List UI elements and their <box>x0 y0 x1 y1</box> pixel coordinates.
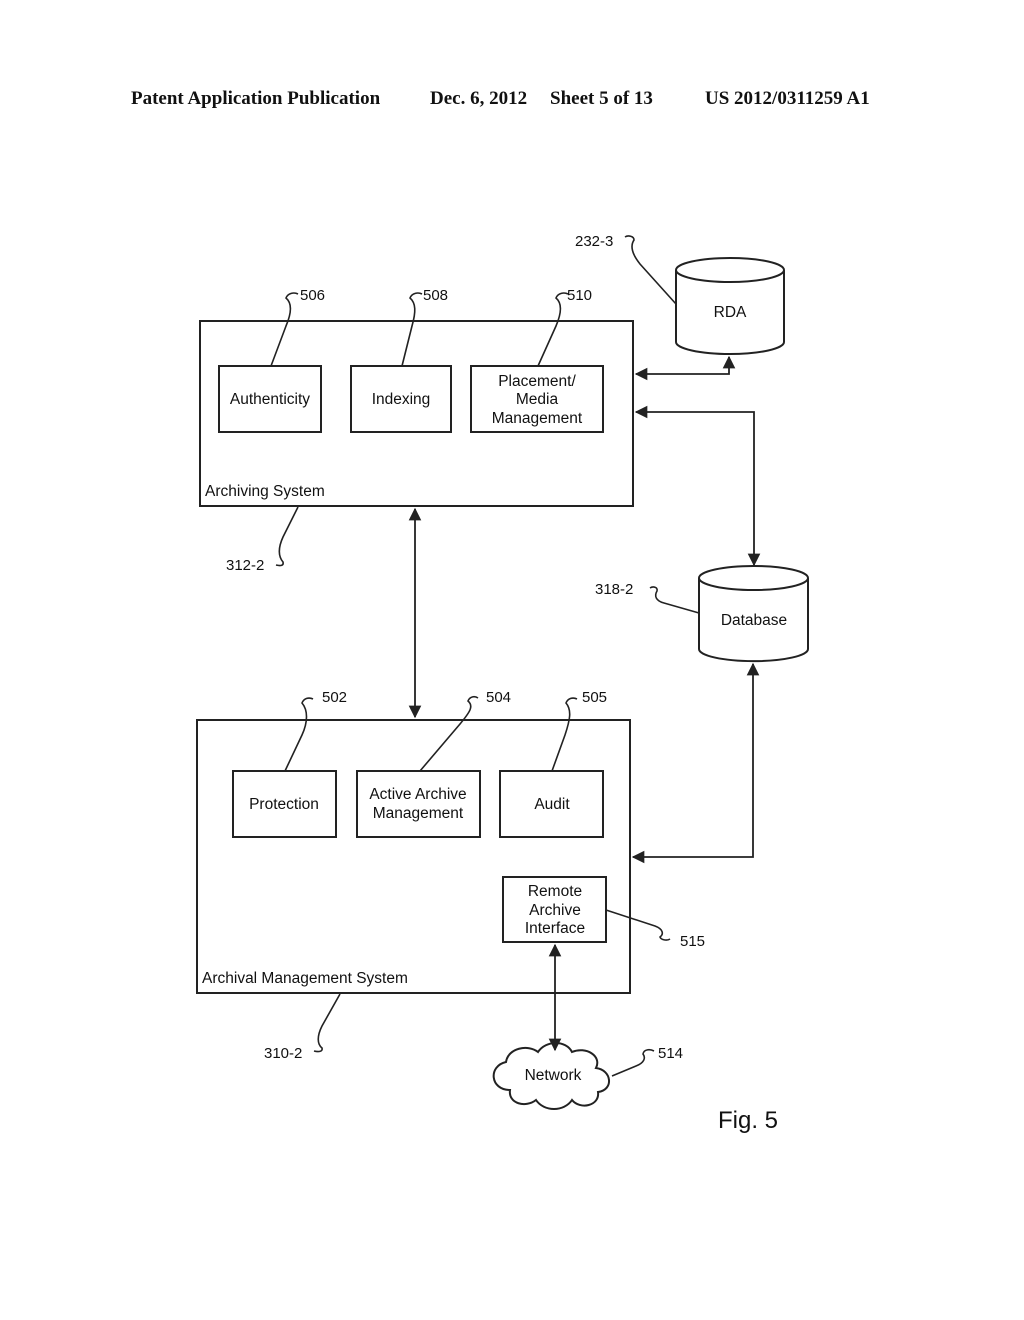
leader-312-2 <box>275 506 299 567</box>
database-storage: Database 318-2 <box>595 565 809 663</box>
archival-management-system-box <box>196 719 631 994</box>
active-archive-label-line2: Management <box>373 805 464 822</box>
archiving-system-label: Archiving System <box>205 483 325 500</box>
authenticity-label: Authenticity <box>230 391 310 408</box>
ref-505: 505 <box>582 689 607 706</box>
ref-312-2: 312-2 <box>226 557 264 574</box>
placement-media-management-module: Placement/ Media Management <box>470 365 604 433</box>
rda-label: RDA <box>714 304 747 321</box>
figure-5-diagram: Archiving System Authenticity Indexing P… <box>196 233 809 1134</box>
leader-310-2 <box>313 993 341 1053</box>
indexing-label: Indexing <box>372 391 431 408</box>
management-to-database-connector <box>631 662 760 864</box>
remote-archive-interface-module: Remote Archive Interface <box>502 876 607 943</box>
ref-514: 514 <box>658 1045 683 1062</box>
active-archive-management-module: Active Archive Management <box>356 770 481 838</box>
remote-archive-label-line3: Interface <box>525 920 585 937</box>
ref-502: 502 <box>322 689 347 706</box>
ref-508: 508 <box>423 287 448 304</box>
leader-318-2 <box>649 586 700 614</box>
archiving-system: Archiving System Authenticity Indexing P… <box>199 287 634 574</box>
remote-archive-label-line1: Remote <box>528 883 582 900</box>
audit-module: Audit <box>499 770 604 838</box>
active-archive-box <box>356 770 481 838</box>
network-label: Network <box>525 1067 582 1084</box>
protection-module: Protection <box>232 770 337 838</box>
remote-archive-label-line2: Archive <box>529 902 581 919</box>
active-archive-label-line1: Active Archive <box>369 786 466 803</box>
archiving-to-database-connector <box>634 405 761 567</box>
database-label: Database <box>721 612 787 629</box>
ref-515: 515 <box>680 933 705 950</box>
placement-label-line3: Management <box>492 410 583 427</box>
figure-label: Fig. 5 <box>718 1107 778 1134</box>
network-cloud: Network 514 <box>492 1042 683 1110</box>
placement-label-line2: Media <box>516 391 559 408</box>
leader-232-3 <box>624 235 677 305</box>
audit-label: Audit <box>534 796 570 813</box>
ref-232-3: 232-3 <box>575 233 613 250</box>
ref-504: 504 <box>486 689 511 706</box>
protection-label: Protection <box>249 796 319 813</box>
indexing-module: Indexing <box>350 365 452 433</box>
archival-management-system: Archival Management System Protection Ac… <box>196 689 705 1062</box>
authenticity-module: Authenticity <box>218 365 322 433</box>
database-cylinder-top <box>698 565 809 591</box>
placement-label-line1: Placement/ <box>498 373 576 390</box>
ref-510: 510 <box>567 287 592 304</box>
leader-514 <box>611 1048 655 1077</box>
rda-cylinder-top <box>675 257 785 283</box>
ref-318-2: 318-2 <box>595 581 633 598</box>
archival-management-system-label: Archival Management System <box>202 970 408 987</box>
archiving-to-rda-connector <box>634 355 736 381</box>
ref-310-2: 310-2 <box>264 1045 302 1062</box>
ref-506: 506 <box>300 287 325 304</box>
